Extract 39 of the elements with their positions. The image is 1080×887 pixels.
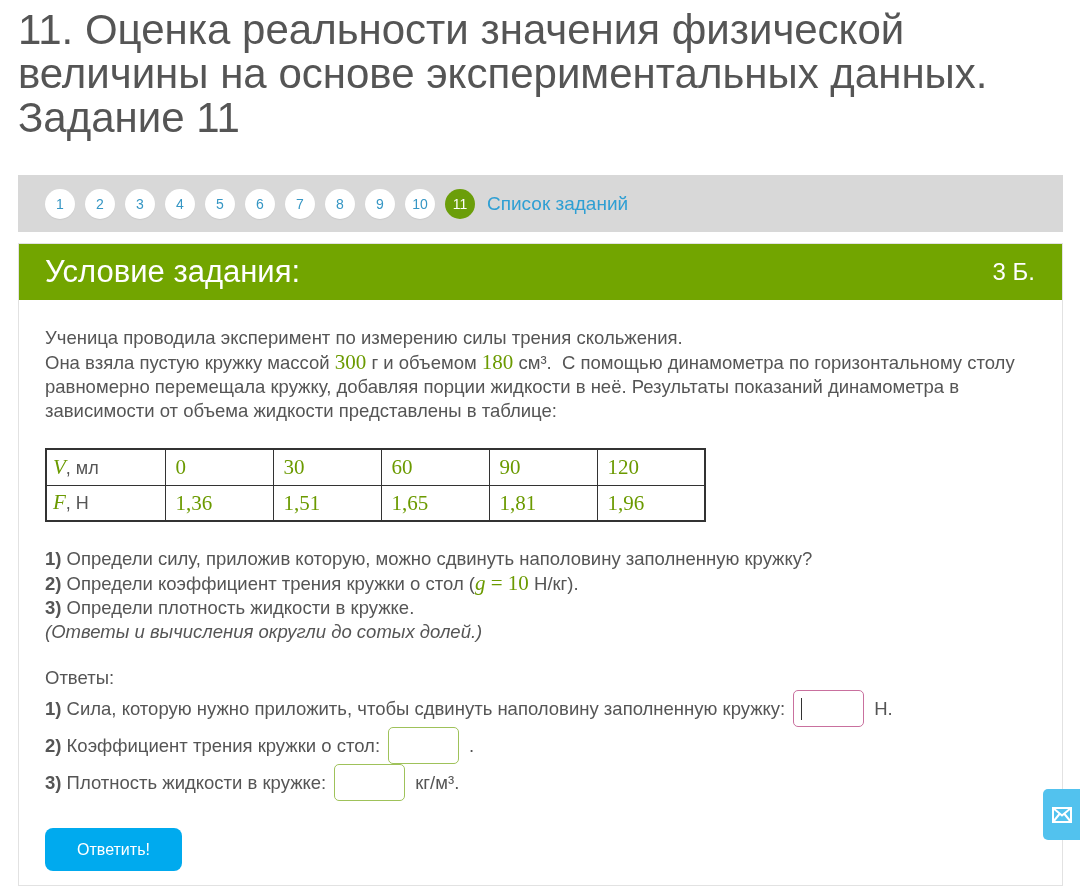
task-number-button[interactable]: 2 — [85, 188, 115, 219]
answer-field[interactable] — [334, 764, 406, 801]
answer-label: 2) Коэффициент трения кружки о стол: — [45, 733, 381, 758]
mail-button[interactable] — [1043, 789, 1080, 840]
header-title: Условие задания: — [45, 254, 301, 290]
answer-field[interactable] — [793, 690, 865, 727]
table-cell: 0 — [165, 449, 273, 485]
task-number-button[interactable]: 8 — [325, 188, 355, 219]
task-list-link[interactable]: Список заданий — [487, 192, 629, 215]
answers-heading: Ответы: — [45, 666, 116, 690]
points-label: 3 Б. — [992, 258, 1035, 286]
task-number-button[interactable]: 3 — [125, 188, 155, 219]
answer-label: 3) Плотность жидкости в кружке: — [45, 770, 327, 795]
question-text: 1) Определи силу, приложив которую, можно сдвинуть наполовину заполненную кружку? — [45, 547, 814, 571]
task-number-button[interactable]: 6 — [245, 188, 275, 219]
unit-label: кг/м³. — [415, 770, 460, 795]
task-number-button[interactable]: 4 — [165, 188, 195, 219]
task-number-button[interactable]: 7 — [285, 188, 315, 219]
task-number-button[interactable]: 10 — [405, 188, 435, 219]
intro-text: Она взяла пустую кружку массой 300 г и объемом 180 см³. С помощью динамометра по горизонтальному столу равномерно перемещала кружку, добавляя порции жидкости в неё. Результаты показаний динамометра в зависимости от объема жидкости представлены в таблице: — [45, 350, 1016, 423]
intro-text: Ученица проводила эксперимент по измерению силы трения скольжения. — [45, 326, 684, 350]
answer-label: 1) Сила, которую нужно приложить, чтобы сдвинуть наполовину заполненную кружку: — [45, 696, 786, 721]
task-number-button[interactable]: 1 — [45, 188, 75, 219]
question-text: 3) Определи плотность жидкости в кружке. — [45, 596, 416, 620]
unit-label: Н. — [874, 696, 893, 721]
task-number-button[interactable]: 11 — [445, 188, 475, 219]
table-cell: 60 — [381, 449, 489, 485]
note-text: (Ответы и вычисления округли до сотых долей.) — [45, 620, 484, 644]
unit-label: . — [469, 733, 475, 758]
table-header-cell: V, мл — [46, 449, 165, 485]
page-title: 11. Оценка реальности значения физической величины на основе экспериментальных данных. Задание 11 — [18, 8, 989, 140]
answer-field[interactable] — [388, 727, 460, 764]
table-cell: 30 — [273, 449, 381, 485]
table-cell: 90 — [489, 449, 597, 485]
submit-button[interactable]: Ответить! — [45, 828, 182, 871]
task-number-button[interactable]: 5 — [205, 188, 235, 219]
question-text: 2) Определи коэффициент трения кружки о стол (g = 10 Н/кг). — [45, 571, 580, 596]
envelope-icon — [1051, 806, 1072, 823]
task-number-button[interactable]: 9 — [365, 188, 395, 219]
